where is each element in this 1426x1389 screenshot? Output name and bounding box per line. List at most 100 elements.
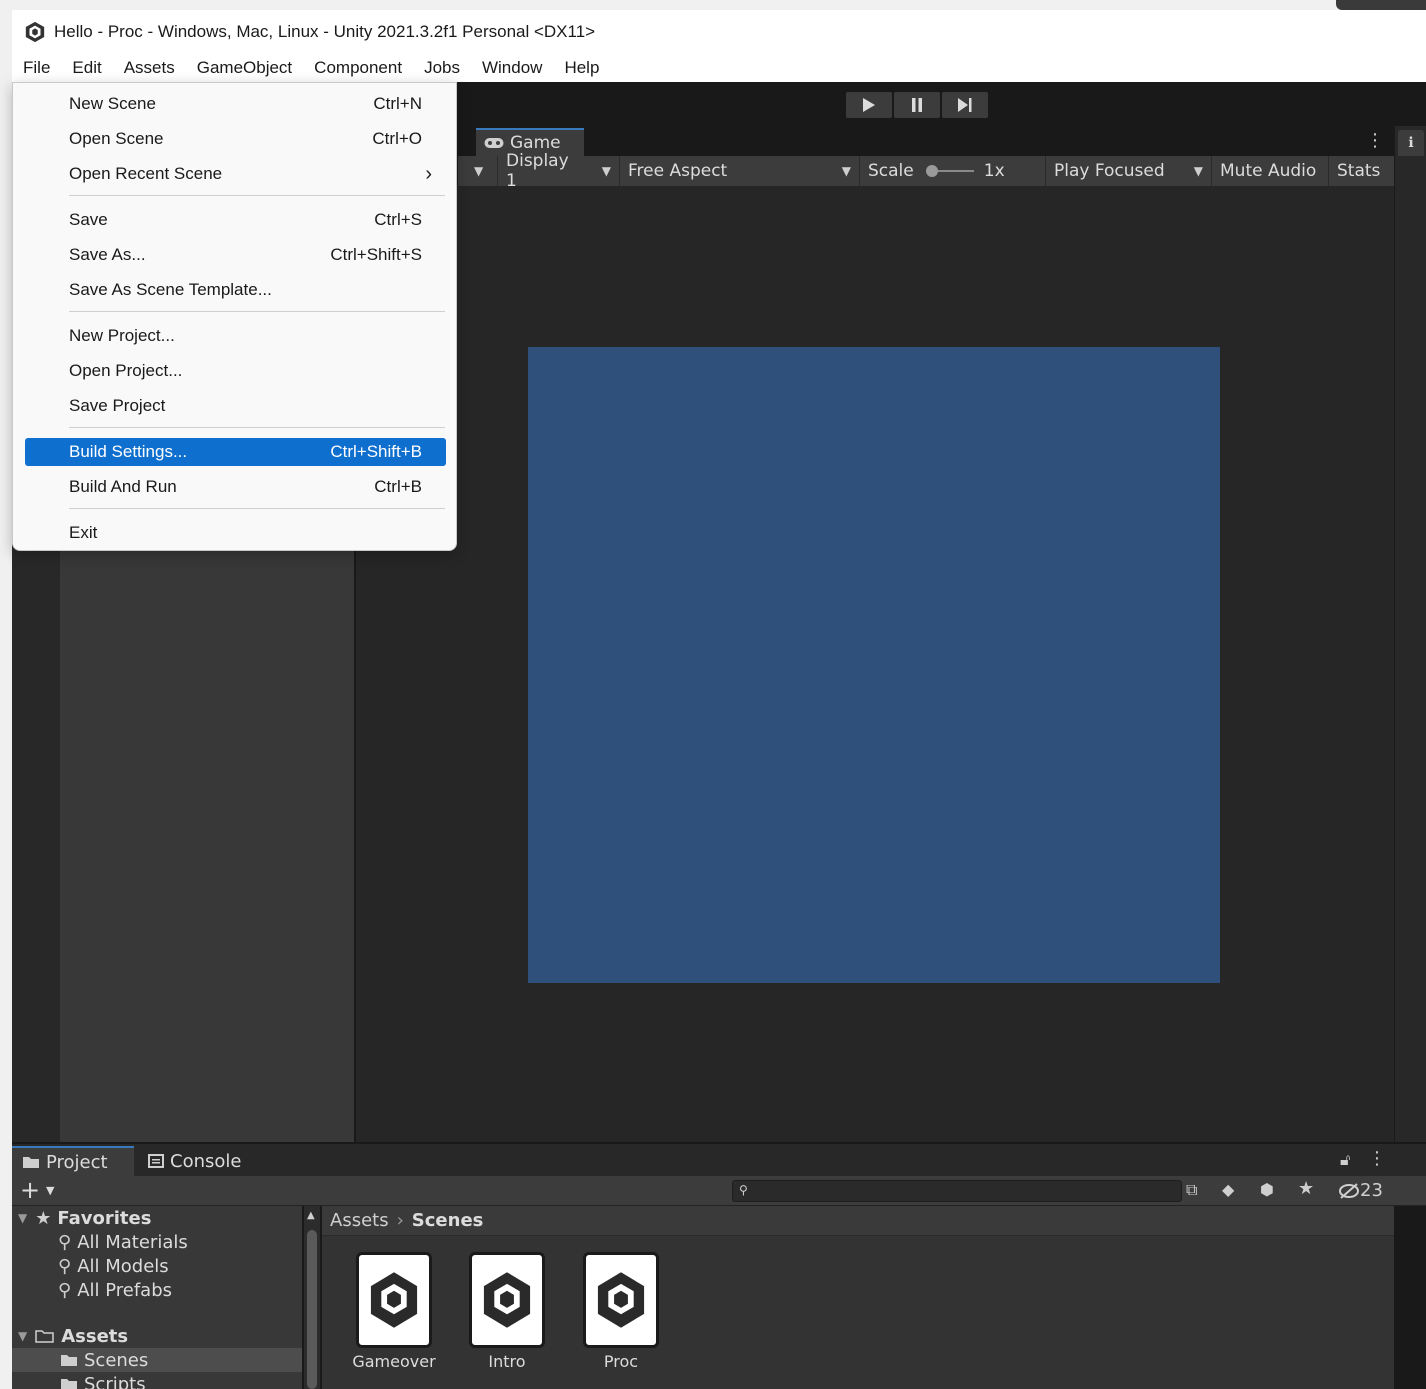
menu-item-new-project[interactable]: New Project... [25, 322, 446, 350]
tree-item[interactable]: ⚲ All Prefabs [12, 1278, 302, 1302]
menu-component[interactable]: Component [303, 58, 413, 78]
folder-label: Scenes [84, 1349, 149, 1371]
tab-console-label: Console [170, 1150, 242, 1172]
caret-down-icon: ▼ [601, 164, 611, 178]
menu-edit[interactable]: Edit [61, 58, 112, 78]
menu-item-save-as[interactable]: Save As... Ctrl+Shift+S [25, 241, 446, 269]
menu-item-open-project[interactable]: Open Project... [25, 357, 446, 385]
menu-separator [69, 195, 445, 196]
menu-item-new-scene[interactable]: New Scene Ctrl+N [25, 90, 446, 118]
tree-item[interactable]: ⚲ All Materials [12, 1230, 302, 1254]
play-button[interactable] [846, 92, 892, 118]
scale-slider[interactable] [924, 163, 976, 179]
scroll-up-icon[interactable]: ▲ [307, 1210, 315, 1221]
asset-label: Proc [603, 1352, 639, 1371]
favorite-item-label: All Models [77, 1255, 169, 1277]
caret-down-icon[interactable]: ▼ [46, 1184, 54, 1197]
breadcrumb: Assets › Scenes [322, 1206, 1394, 1236]
display-label: Display 1 [506, 151, 569, 191]
search-icon: ⚲ [58, 1231, 72, 1253]
menu-help[interactable]: Help [553, 58, 610, 78]
scale-control: Scale 1x [860, 156, 1046, 186]
menu-item-build-settings[interactable]: Build Settings... Ctrl+Shift+B [25, 438, 446, 466]
console-icon [148, 1154, 164, 1168]
favorite-item-label: All Materials [77, 1231, 188, 1253]
submenu-chevron-icon: › [425, 162, 432, 185]
pause-button[interactable] [894, 92, 940, 118]
unity-scene-icon [356, 1252, 432, 1348]
aspect-label: Free Aspect [628, 161, 728, 181]
menu-item-build-and-run[interactable]: Build And Run Ctrl+B [25, 473, 446, 501]
breadcrumb-root[interactable]: Assets [330, 1210, 389, 1231]
search-window-icon[interactable]: ⧉ [1186, 1180, 1197, 1200]
tree-favorites[interactable]: ▼ ★ Favorites [12, 1206, 302, 1230]
menu-item-shortcut: Ctrl+Shift+S [330, 245, 422, 264]
star-icon[interactable]: ★ [1298, 1178, 1314, 1199]
expand-arrow-icon[interactable]: ▼ [18, 1211, 27, 1225]
more-options-icon[interactable]: ⋮ [1366, 130, 1384, 151]
tree-item-scenes[interactable]: Scenes [12, 1348, 302, 1372]
menu-item-label: Open Scene [69, 129, 164, 148]
tree-item[interactable]: ⚲ All Models [12, 1254, 302, 1278]
tree-item-scripts[interactable]: Scripts [12, 1372, 302, 1389]
stats-button[interactable]: Stats [1329, 156, 1394, 186]
caret-down-icon: ▼ [841, 164, 851, 178]
pause-icon [912, 98, 922, 112]
menu-item-save-project[interactable]: Save Project [25, 392, 446, 420]
menu-separator [69, 508, 445, 509]
play-mode-dropdown[interactable]: Play Focused ▼ [1046, 156, 1212, 186]
step-icon [958, 98, 972, 112]
scrollbar-thumb[interactable] [307, 1230, 317, 1389]
menu-gameobject[interactable]: GameObject [186, 58, 303, 78]
caret-down-icon: ▼ [1193, 164, 1203, 178]
menu-assets[interactable]: Assets [113, 58, 186, 78]
add-icon[interactable]: + [20, 1176, 40, 1204]
game-mode-dropdown[interactable]: ▼ [458, 156, 498, 186]
menu-item-open-recent-scene[interactable]: Open Recent Scene › [25, 160, 446, 188]
filter-type-icon[interactable]: ◆ [1222, 1180, 1234, 1199]
hidden-packages-toggle[interactable]: 23 [1338, 1180, 1383, 1201]
step-button[interactable] [942, 92, 988, 118]
breadcrumb-current[interactable]: Scenes [412, 1210, 484, 1231]
display-dropdown[interactable]: Display 1 ▼ [498, 151, 620, 191]
game-view[interactable] [356, 186, 1394, 1142]
menu-item-shortcut: Ctrl+Shift+B [330, 442, 422, 461]
info-icon[interactable]: ℹ [1398, 130, 1424, 156]
menu-item-save-as-scene-template[interactable]: Save As Scene Template... [25, 276, 446, 304]
scene-asset[interactable]: Gameover [334, 1252, 454, 1371]
menu-item-label: Save As... [69, 245, 146, 264]
scale-value: 1x [983, 161, 1005, 181]
hidden-count: 23 [1360, 1180, 1383, 1201]
menu-item-shortcut: Ctrl+O [372, 129, 422, 148]
folder-icon [61, 1379, 77, 1389]
expand-arrow-icon[interactable]: ▼ [18, 1329, 27, 1343]
scene-asset[interactable]: Intro [447, 1252, 567, 1371]
menu-file[interactable]: File [12, 58, 61, 78]
game-tab-label: Game [510, 133, 561, 153]
game-render-area[interactable] [528, 347, 1220, 983]
menu-item-label: Open Project... [69, 361, 183, 380]
menu-item-label: New Scene [69, 94, 156, 113]
menu-item-exit[interactable]: Exit [25, 519, 446, 547]
menu-jobs[interactable]: Jobs [413, 58, 471, 78]
menu-window[interactable]: Window [471, 58, 553, 78]
menu-item-open-scene[interactable]: Open Scene Ctrl+O [25, 125, 446, 153]
menu-item-label: Save As Scene Template... [69, 280, 272, 299]
more-options-icon[interactable]: ⋮ [1368, 1148, 1386, 1169]
star-icon: ★ [35, 1207, 52, 1229]
aspect-dropdown[interactable]: Free Aspect ▼ [620, 156, 860, 186]
scene-asset[interactable]: Proc [561, 1252, 681, 1371]
label-tag-icon[interactable]: ⬢ [1260, 1180, 1274, 1199]
scale-label: Scale [868, 161, 914, 181]
menu-separator [69, 427, 445, 428]
mute-audio-button[interactable]: Mute Audio [1212, 156, 1329, 186]
tab-console[interactable]: Console [138, 1146, 251, 1176]
favorites-label: Favorites [57, 1207, 152, 1229]
folder-label: Scripts [84, 1373, 146, 1389]
lock-icon[interactable]: 🔓︎ [1340, 1150, 1350, 1170]
search-icon: ⚲ [739, 1183, 748, 1197]
tab-project[interactable]: Project [12, 1146, 134, 1176]
tree-assets[interactable]: ▼ Assets [12, 1324, 302, 1348]
menu-item-save[interactable]: Save Ctrl+S [25, 206, 446, 234]
search-input[interactable]: ⚲ [732, 1180, 1182, 1202]
